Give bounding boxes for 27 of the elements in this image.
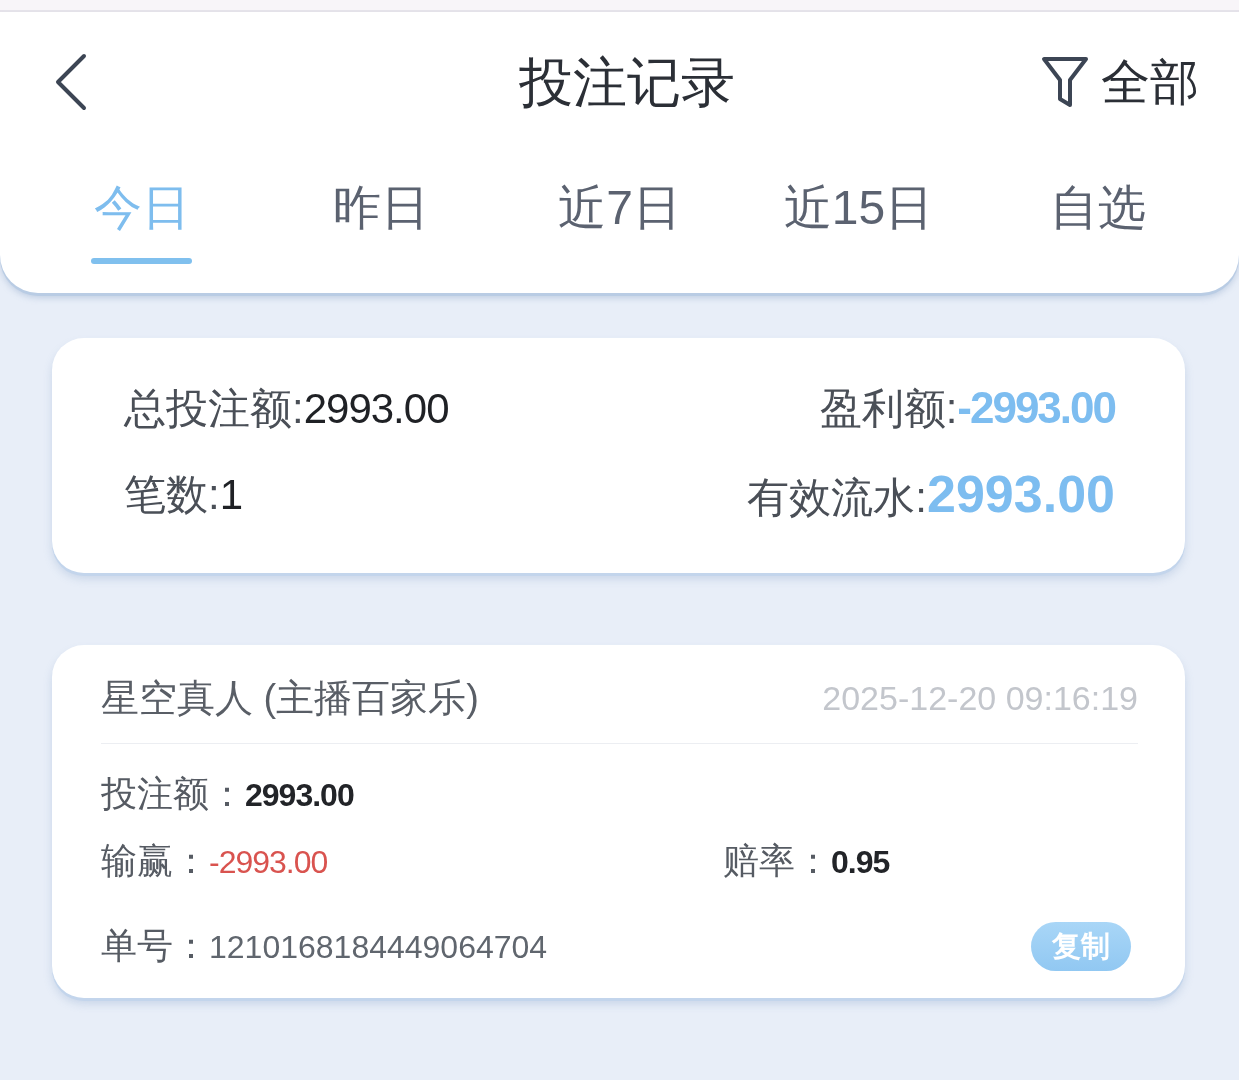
summary-value: 2993.00 <box>303 383 449 434</box>
summary-label: 笔数: <box>124 469 220 520</box>
back-button[interactable] <box>54 53 88 111</box>
tab[interactable]: 近15日 <box>783 180 934 264</box>
filter-icon <box>1041 56 1089 108</box>
tab[interactable]: 近7日 <box>558 180 681 264</box>
field-value: 0.95 <box>831 843 890 882</box>
summary-value: 2993.00 <box>927 464 1115 525</box>
game-name: 星空真人 (主播百家乐) <box>101 675 479 721</box>
field-label: 赔率： <box>723 839 831 883</box>
field-value: -2993.00 <box>209 843 328 882</box>
summary-value: -2993.00 <box>957 382 1115 434</box>
page-title: 投注记录 <box>518 51 735 114</box>
summary-value: 1 <box>219 469 243 520</box>
field-label: 投注额： <box>101 772 245 816</box>
back-icon <box>54 53 88 111</box>
summary-label: 有效流水: <box>747 473 928 523</box>
field-value: 1210168184449064704 <box>209 928 548 967</box>
filter-button[interactable]: 全部 <box>1041 52 1199 112</box>
field-label: 单号： <box>101 924 209 968</box>
summary-label: 盈利额: <box>819 384 958 434</box>
bet-time: 2025-12-20 09:16:19 <box>822 677 1138 719</box>
tab[interactable]: 昨日 <box>330 180 431 264</box>
field-value: 2993.00 <box>245 776 354 815</box>
field-label: 输赢： <box>101 839 209 883</box>
tab[interactable]: 自选 <box>1047 180 1148 264</box>
summary-label: 总投注额: <box>124 383 304 434</box>
